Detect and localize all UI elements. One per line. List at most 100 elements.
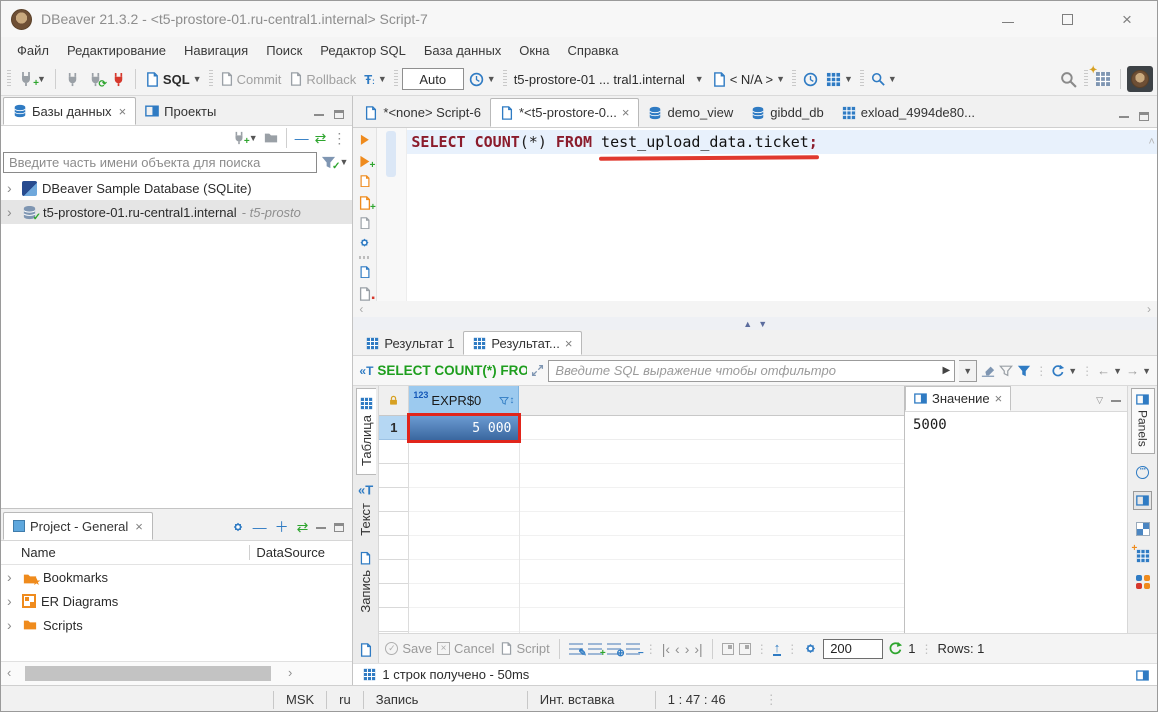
metadata-panel-icon[interactable]: + (1136, 548, 1150, 564)
tab-project-general[interactable]: Project - General × (3, 512, 153, 540)
scroll-right-icon[interactable]: › (288, 665, 292, 680)
first-row-button[interactable]: |‹ (662, 641, 670, 657)
connect-button[interactable] (62, 70, 83, 89)
last-row-button[interactable]: ›| (694, 641, 702, 657)
apply-filter-funnel-icon[interactable] (999, 364, 1013, 378)
execute-new-tab-button[interactable]: + (358, 153, 371, 168)
tree-item-er-diagrams[interactable]: › ER Diagrams (1, 589, 352, 613)
network-profile-button[interactable]: ▼ (823, 70, 856, 89)
aggregate-panel-icon[interactable] (1136, 575, 1150, 589)
sash-down-icon[interactable]: ▼ (758, 319, 767, 329)
column-datasource-header[interactable]: DataSource (249, 545, 352, 560)
editor-code-area[interactable]: SELECT COUNT(*) FROM test_upload_data.ti… (407, 128, 1157, 301)
autocommit-combo[interactable]: Auto (402, 68, 464, 90)
close-tab-icon[interactable]: × (119, 104, 127, 119)
duplicate-row-button[interactable]: ⊕ (607, 643, 621, 655)
panel-menu-icon[interactable]: ▽ (1096, 395, 1103, 406)
tab-projects[interactable]: Проекты (136, 97, 225, 125)
content-assist-icon[interactable]: ▶ (943, 365, 955, 376)
save-filter-icon[interactable] (1017, 364, 1031, 378)
menu-window[interactable]: Окна (511, 40, 557, 61)
scroll-right-icon[interactable]: › (1147, 302, 1151, 316)
view-menu-button[interactable]: ⋮ (332, 131, 346, 145)
close-tab-icon[interactable]: × (622, 105, 630, 120)
edit-cell-button[interactable]: ✎ (569, 643, 583, 655)
close-tab-icon[interactable]: × (135, 519, 143, 534)
scroll-left-icon[interactable]: ‹ (359, 302, 363, 316)
explain-plan-button[interactable] (358, 217, 372, 229)
disconnect-button[interactable] (108, 70, 129, 89)
settings-gear-icon[interactable] (231, 520, 245, 534)
next-row-button[interactable]: › (685, 641, 690, 657)
menu-navigate[interactable]: Навигация (176, 40, 256, 61)
new-connection-small-button[interactable]: + ▼ (232, 131, 258, 145)
perspective-switch-icon[interactable]: ✦ (1092, 69, 1114, 89)
link-with-editor-button[interactable]: ⇄ (297, 520, 309, 534)
export-results-icon[interactable] (359, 641, 373, 657)
column-header-expr0[interactable]: 123 EXPR$0 ↕ (409, 386, 519, 415)
tab-result-1[interactable]: Результат 1 (357, 331, 463, 355)
minimize-view-icon[interactable] (1119, 115, 1129, 118)
tab-result-2-active[interactable]: Результат... × (463, 331, 582, 355)
caret-position-indicator[interactable]: 1 : 47 : 46 (655, 691, 755, 709)
toolbar-grip[interactable] (7, 70, 11, 88)
tree-item-t5-prostore[interactable]: › ✓ t5-prostore-01.ru-central1.internal … (1, 200, 352, 224)
toolbar-grip[interactable] (394, 70, 398, 88)
menu-search[interactable]: Поиск (258, 40, 310, 61)
scroll-left-icon[interactable]: ‹ (7, 665, 11, 680)
fetch-all-button[interactable] (739, 643, 751, 655)
quick-access-search-icon[interactable] (1057, 69, 1080, 90)
tab-script-7-active[interactable]: *<t5-prostore-0... × (490, 98, 640, 127)
previous-row-button[interactable]: ‹ (675, 641, 680, 657)
refresh-results-button[interactable]: ▼ (1051, 364, 1077, 378)
tab-record-mode[interactable]: Запись (356, 544, 375, 621)
execute-script-button[interactable] (358, 175, 372, 187)
expander-icon[interactable]: › (7, 180, 17, 196)
fetch-size-input[interactable] (823, 639, 883, 659)
toolbar-grip[interactable] (209, 70, 213, 88)
grouping-panel-icon[interactable] (1136, 466, 1149, 479)
add-row-button[interactable]: + (588, 643, 602, 655)
expander-icon[interactable]: › (7, 617, 17, 633)
selected-value-cell[interactable]: 5 000 (409, 416, 519, 440)
minimize-view-icon[interactable] (314, 113, 324, 116)
tab-exload[interactable]: exload_4994de80... (833, 98, 984, 127)
tab-gibdd-db[interactable]: gibdd_db (742, 98, 833, 127)
export-from-query-button[interactable] (358, 266, 372, 278)
sql-statement-line[interactable]: SELECT COUNT(*) FROM test_upload_data.ti… (407, 130, 1157, 154)
fetch-page-button[interactable] (722, 643, 734, 655)
minimize-view-icon[interactable] (316, 526, 326, 529)
value-panel-toggle-icon[interactable] (1133, 491, 1152, 510)
filter-history-dropdown[interactable]: ▼ (959, 360, 977, 382)
toolbar-grip[interactable] (1084, 70, 1088, 88)
scrollbar-thumb[interactable] (25, 666, 271, 681)
tab-demo-view[interactable]: demo_view (639, 98, 742, 127)
tree-item-scripts[interactable]: › Scripts (1, 613, 352, 637)
tree-item-sample-database[interactable]: › DBeaver Sample Database (SQLite) (1, 176, 352, 200)
language-indicator[interactable]: ru (326, 691, 363, 709)
sql-editor-button[interactable]: SQL ▼ (142, 70, 205, 89)
execute-script-new-tab-button[interactable]: + (358, 194, 372, 210)
history-forward-button[interactable]: →▼ (1126, 363, 1151, 378)
cancel-button[interactable]: ×Cancel (437, 641, 494, 656)
dashboard-button[interactable] (800, 70, 821, 89)
menu-database[interactable]: База данных (416, 40, 509, 61)
editor-scroll-up-icon[interactable]: ˄ (1148, 130, 1155, 154)
expander-icon[interactable]: › (7, 204, 17, 220)
tab-script-6[interactable]: *<none> Script-6 (355, 98, 490, 127)
history-back-button[interactable]: ←▼ (1097, 363, 1122, 378)
data-grid[interactable]: 123 EXPR$0 ↕ 1 5 000 (379, 386, 904, 633)
close-tab-icon[interactable]: × (565, 336, 573, 351)
panels-toggle-button[interactable]: Panels (1131, 388, 1155, 454)
filter-objects-button[interactable]: ✓ ▼ (321, 155, 348, 170)
new-folder-button[interactable] (264, 131, 278, 145)
object-search-input[interactable] (3, 152, 317, 173)
column-filter-sort-icon[interactable]: ↕ (499, 395, 514, 406)
clear-filter-eraser-icon[interactable] (981, 364, 995, 378)
maximize-view-icon[interactable] (334, 110, 344, 119)
menu-file[interactable]: Файл (9, 40, 57, 61)
object-search-button[interactable]: ▼ (868, 70, 900, 88)
timezone-indicator[interactable]: MSK (273, 691, 326, 709)
tree-item-bookmarks[interactable]: › ★ Bookmarks (1, 565, 352, 589)
menu-help[interactable]: Справка (560, 40, 627, 61)
